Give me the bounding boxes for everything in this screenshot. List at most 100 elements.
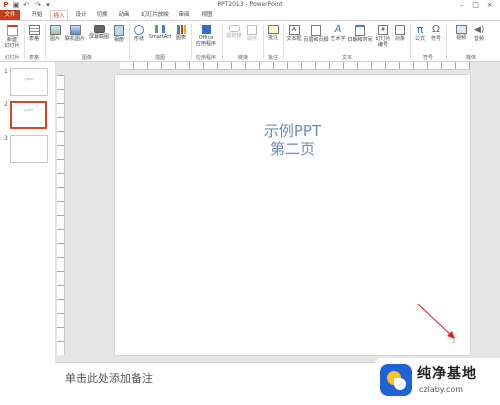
thumbnail-slide-1[interactable]: 示例PPT <box>10 68 48 96</box>
shapes-icon <box>134 25 144 35</box>
group-label-illustrations: 插图 <box>154 55 165 61</box>
title-bar: P ▣ ↶ ↷ ▾ PPT2013 - PowerPoint – □ × <box>0 0 500 10</box>
tab-view[interactable]: 视图 <box>199 10 215 20</box>
thumbnail-number: 3 <box>4 135 8 142</box>
notes-left-spacer <box>0 362 55 404</box>
online-picture-button[interactable]: 联机图片 <box>64 25 86 42</box>
horizontal-ruler <box>120 62 470 70</box>
hyperlink-button[interactable]: 超链接 <box>225 25 243 39</box>
slide-title-line-2: 第二页 <box>269 140 315 158</box>
symbol-icon: Ω <box>432 24 440 35</box>
window-title: PPT2013 - PowerPoint <box>217 1 283 8</box>
audio-button[interactable]: ◀) 音频 <box>472 25 486 42</box>
album-icon <box>114 25 124 36</box>
office-app-icon <box>201 25 211 34</box>
tab-transitions[interactable]: 切换 <box>94 10 110 20</box>
object-button[interactable]: 对象 <box>393 25 407 42</box>
group-separator <box>45 24 46 59</box>
thumbnail-slide-3[interactable] <box>10 135 48 163</box>
tab-slideshow[interactable]: 幻灯片放映 <box>140 10 170 20</box>
tab-review[interactable]: 审阅 <box>176 10 192 20</box>
equation-icon: π <box>416 23 424 36</box>
slide-number-button[interactable]: # 幻灯片 编号 <box>374 25 392 48</box>
datetime-icon <box>355 25 365 36</box>
hyperlink-icon <box>228 25 240 32</box>
header-footer-icon <box>311 25 321 36</box>
wordart-button[interactable]: A 艺术字 <box>330 24 346 43</box>
close-icon[interactable]: × <box>484 0 495 10</box>
audio-icon: ◀) <box>474 25 485 35</box>
minimize-icon[interactable]: – <box>456 0 467 10</box>
tab-file[interactable]: 文件 <box>0 10 20 20</box>
picture-icon <box>49 25 61 35</box>
new-slide-button[interactable]: 新建 幻灯片 <box>3 25 21 49</box>
comment-icon <box>267 25 279 34</box>
new-slide-icon <box>6 25 18 36</box>
group-label-comments: 批注 <box>267 55 278 61</box>
equation-button[interactable]: π 公式 <box>413 23 427 42</box>
textbox-icon: A <box>288 25 300 35</box>
textbox-button[interactable]: A 文本框 <box>286 25 302 42</box>
group-separator <box>191 24 192 59</box>
notes-placeholder[interactable]: 单击此处添加备注 <box>65 370 153 386</box>
slide-number-icon: # <box>378 25 388 35</box>
watermark: 纯净基地 czlaby.com <box>375 358 500 404</box>
slide-title-line-1: 示例PPT <box>263 122 322 140</box>
group-label-media: 媒体 <box>465 55 476 61</box>
group-label-images: 图像 <box>81 55 92 61</box>
action-button[interactable]: 动作 <box>245 25 259 42</box>
thumbnail-number: 1 <box>4 68 8 75</box>
ribbon: 新建 幻灯片 幻灯片 表格 表格 图片 联机图片 屏幕截图 相册 图像 形状 S… <box>0 20 500 62</box>
chart-icon <box>176 25 186 34</box>
thumbnail-text: 示例PPT <box>23 109 34 112</box>
group-label-links: 链接 <box>237 55 248 61</box>
video-icon <box>455 25 467 34</box>
header-footer-button[interactable]: 页眉和页脚 <box>303 25 329 43</box>
table-icon <box>28 25 40 35</box>
group-separator <box>283 24 284 59</box>
table-button[interactable]: 表格 <box>27 25 41 42</box>
group-label-text: 文本 <box>341 55 352 61</box>
shapes-button[interactable]: 形状 <box>132 25 146 42</box>
picture-button[interactable]: 图片 <box>48 25 62 42</box>
thumbnail-text: 示例PPT <box>24 78 34 81</box>
group-label-tables: 表格 <box>28 55 39 61</box>
action-icon <box>247 25 257 35</box>
maximize-icon[interactable]: □ <box>470 0 481 10</box>
group-separator <box>410 24 411 59</box>
wordart-icon: A <box>334 24 342 35</box>
tab-home[interactable]: 开始 <box>29 10 45 20</box>
group-separator <box>446 24 447 59</box>
group-separator <box>222 24 223 59</box>
watermark-logo-icon <box>380 364 412 396</box>
slide-title[interactable]: 示例PPT 第二页 <box>115 122 470 158</box>
screenshot-button[interactable]: 屏幕截图 <box>88 25 110 40</box>
chart-button[interactable]: 图表 <box>174 25 188 41</box>
object-icon <box>395 25 405 35</box>
tab-design[interactable]: 设计 <box>73 10 89 20</box>
group-label-slides: 幻灯片 <box>4 55 20 61</box>
annotation-arrow-icon <box>417 303 455 339</box>
current-slide[interactable]: 示例PPT 第二页 2 <box>115 75 470 355</box>
group-label-symbols: 符号 <box>422 55 433 61</box>
datetime-button[interactable]: 日期和时间 <box>347 25 373 43</box>
thumbnail-number: 2 <box>4 101 8 108</box>
tab-animations[interactable]: 动画 <box>116 10 132 20</box>
smartart-button[interactable]: SmartArt <box>148 25 172 40</box>
thumbnail-pane: 1 示例PPT 2 示例PPT 3 <box>0 62 55 362</box>
tab-insert[interactable]: 插入 <box>50 10 68 20</box>
group-separator <box>129 24 130 59</box>
ribbon-tabs: 文件 开始 插入 设计 切换 动画 幻灯片放映 审阅 视图 <box>0 10 500 20</box>
vertical-ruler <box>57 75 65 355</box>
watermark-name: 纯净基地 <box>417 366 477 382</box>
office-apps-button[interactable]: Office 应用程序 <box>194 25 218 47</box>
online-picture-icon <box>69 25 81 35</box>
smartart-icon <box>155 25 165 33</box>
symbol-button[interactable]: Ω 符号 <box>429 24 443 43</box>
album-button[interactable]: 相册 <box>112 25 126 43</box>
watermark-url: czlaby.com <box>419 385 464 394</box>
comment-button[interactable]: 批注 <box>266 25 280 41</box>
video-button[interactable]: 视频 <box>454 25 468 41</box>
thumbnail-slide-2[interactable]: 示例PPT <box>10 101 47 129</box>
screenshot-icon <box>93 25 105 33</box>
